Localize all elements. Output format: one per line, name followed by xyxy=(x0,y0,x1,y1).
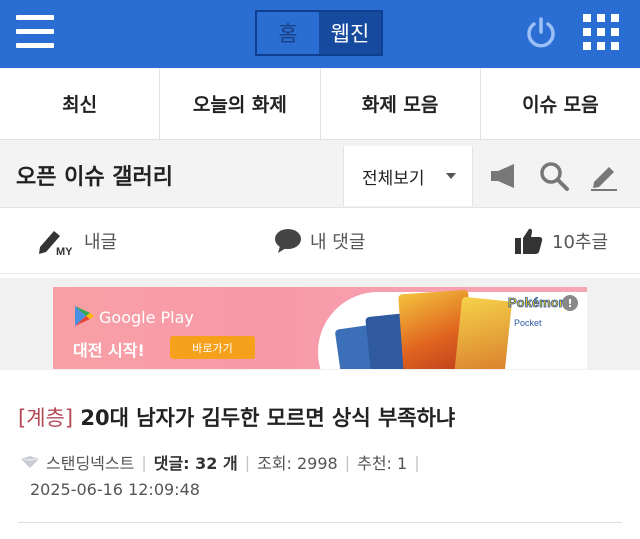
ad-banner[interactable]: Google Play 대전 시작! 바로가기 Pokémon Pocket ! xyxy=(53,287,587,369)
ad-info-icon[interactable]: ! xyxy=(562,295,578,311)
user-actions-row: MY 내글 내 댓글 10추글 xyxy=(0,208,640,274)
thumbs-up-icon xyxy=(515,228,543,254)
tab-issue-collection[interactable]: 이슈 모음 xyxy=(481,68,640,139)
my-posts-label: 내글 xyxy=(84,232,118,253)
ad-area: Google Play 대전 시작! 바로가기 Pokémon Pocket ! xyxy=(0,278,640,370)
post-title[interactable]: [계층] 20대 남자가 김두한 모르면 상식 부족하냐 xyxy=(18,402,455,432)
my-pencil-icon: MY xyxy=(39,231,73,257)
power-icon[interactable] xyxy=(524,15,558,49)
main-nav-tabs: 최신 오늘의 화제 화제 모음 이슈 모음 xyxy=(0,68,640,140)
search-icon[interactable] xyxy=(538,160,570,192)
ad-store-name: Google Play xyxy=(99,308,194,327)
pokemon-logo: Pokémon Pocket xyxy=(508,295,570,331)
hamburger-menu-icon[interactable] xyxy=(16,15,54,49)
google-play-icon xyxy=(75,306,94,326)
ad-cta-button[interactable]: 바로가기 xyxy=(170,336,255,359)
separator: | xyxy=(414,452,420,472)
recommended-posts-label: 10추글 xyxy=(552,232,609,253)
view-filter-select[interactable]: 전체보기 xyxy=(343,146,473,206)
post-datetime: 2025-06-16 12:09:48 xyxy=(30,480,200,499)
post-comments-count: 댓글: 32 개 xyxy=(153,454,238,473)
user-level-icon xyxy=(21,456,39,468)
post-author[interactable]: 스탠딩넥스트 xyxy=(46,450,134,474)
tab-latest[interactable]: 최신 xyxy=(0,68,161,139)
grid-apps-icon[interactable] xyxy=(583,14,619,50)
pokemon-logo-text: Pokémon xyxy=(508,295,567,311)
post-divider xyxy=(18,522,622,523)
my-posts-button[interactable]: MY 내글 xyxy=(38,208,117,274)
pokemon-logo-subtext: Pocket xyxy=(514,318,542,328)
tab-hot-collection[interactable]: 화제 모음 xyxy=(321,68,481,139)
ad-tagline: 대전 시작! xyxy=(73,341,145,360)
separator: | xyxy=(244,452,251,472)
top-bar: 홈 웹진 xyxy=(0,0,640,68)
my-badge: MY xyxy=(56,246,73,257)
my-comments-label: 내 댓글 xyxy=(310,232,366,253)
recommended-posts-button[interactable]: 10추글 xyxy=(514,208,608,274)
home-tab-button[interactable]: 홈 xyxy=(257,12,319,54)
pencil-icon[interactable] xyxy=(588,160,620,192)
chevron-down-icon xyxy=(446,173,456,179)
post-recommends: 추천: 1 xyxy=(357,454,408,473)
my-comments-button[interactable]: 내 댓글 xyxy=(274,208,365,274)
post-title-text: 20대 남자가 김두한 모르면 상식 부족하냐 xyxy=(80,406,456,430)
tab-today-hot[interactable]: 오늘의 화제 xyxy=(160,68,321,139)
gallery-title: 오픈 이슈 갤러리 xyxy=(16,165,173,190)
post-category: [계층] xyxy=(18,406,74,430)
card-image xyxy=(453,296,513,369)
separator: | xyxy=(344,452,351,472)
view-filter-label: 전체보기 xyxy=(362,168,425,189)
webzine-tab-button[interactable]: 웹진 xyxy=(319,12,381,54)
home-webzine-toggle: 홈 웹진 xyxy=(255,10,383,56)
post-views: 조회: 2998 xyxy=(257,454,338,473)
megaphone-icon[interactable] xyxy=(488,160,520,192)
speech-bubble-icon xyxy=(275,229,301,253)
separator: | xyxy=(141,452,147,472)
post-meta: 스탠딩넥스트 | 댓글: 32 개 | 조회: 2998 | 추천: 1 | xyxy=(20,450,427,474)
